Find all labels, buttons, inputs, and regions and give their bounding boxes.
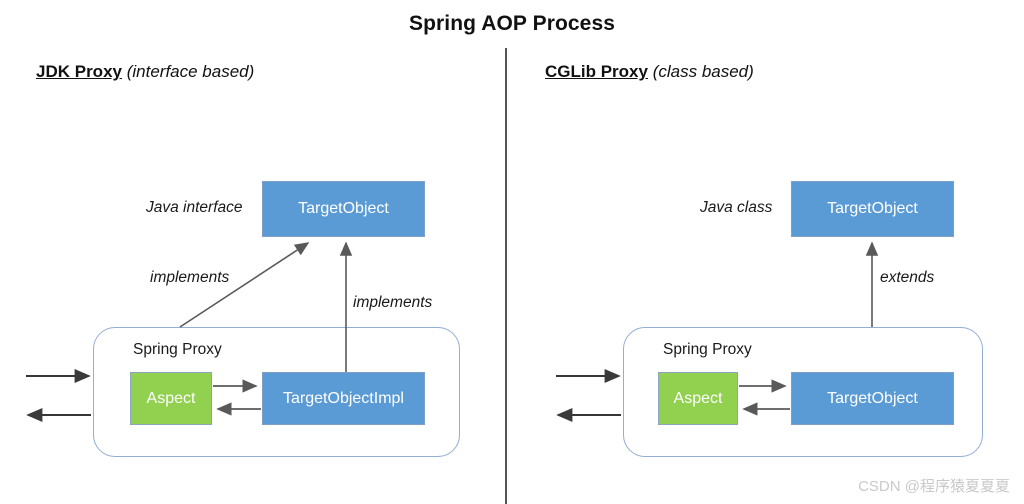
cglib-heading-italic: (class based) xyxy=(652,62,754,81)
jdk-target-object-impl-box: TargetObjectImpl xyxy=(262,372,425,425)
jdk-panel-heading: JDK Proxy (interface based) xyxy=(36,62,254,82)
jdk-target-object-impl-label: TargetObjectImpl xyxy=(283,389,404,407)
jdk-implements-label-vertical: implements xyxy=(353,294,433,311)
cglib-target-object-inner-box: TargetObject xyxy=(791,372,954,425)
cglib-aspect-box: Aspect xyxy=(658,372,738,425)
cglib-spring-proxy-label: Spring Proxy xyxy=(663,341,752,358)
jdk-type-label: Java interface xyxy=(146,199,243,216)
jdk-target-object-label: TargetObject xyxy=(298,200,389,217)
jdk-implements-label-diagonal: implements xyxy=(150,269,230,286)
cglib-target-object-label: TargetObject xyxy=(827,200,918,217)
cglib-target-object-box: TargetObject xyxy=(791,181,954,237)
cglib-extends-label: extends xyxy=(880,269,935,286)
jdk-aspect-box: Aspect xyxy=(130,372,212,425)
jdk-spring-proxy-label: Spring Proxy xyxy=(133,341,222,358)
panel-divider xyxy=(505,48,507,504)
cglib-aspect-label: Aspect xyxy=(673,389,723,407)
csdn-watermark: CSDN @程序猿夏夏夏 xyxy=(858,478,1010,495)
jdk-aspect-label: Aspect xyxy=(146,389,196,407)
diagram-canvas: Spring AOP Process JDK Proxy (interface … xyxy=(0,0,1024,504)
page-title: Spring AOP Process xyxy=(408,12,616,35)
jdk-heading-strong: JDK Proxy xyxy=(36,62,122,81)
jdk-external-arrows xyxy=(26,368,91,423)
jdk-heading-italic: (interface based) xyxy=(126,62,255,81)
jdk-target-object-box: TargetObject xyxy=(262,181,425,237)
cglib-target-object-inner-label: TargetObject xyxy=(827,389,918,407)
cglib-external-arrows xyxy=(556,368,621,423)
cglib-type-label: Java class xyxy=(700,199,773,216)
cglib-heading-strong: CGLib Proxy xyxy=(545,62,648,81)
cglib-panel-heading: CGLib Proxy (class based) xyxy=(545,62,754,82)
